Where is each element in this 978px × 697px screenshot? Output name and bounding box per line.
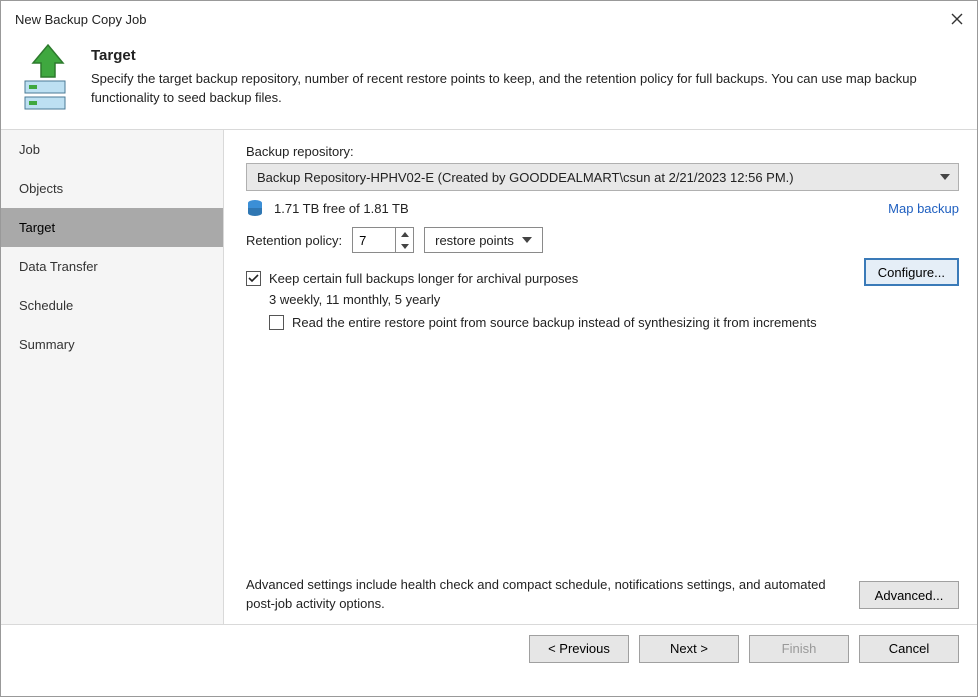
next-label: Next > [670, 641, 708, 656]
sidebar-item-target[interactable]: Target [1, 208, 223, 247]
repo-dropdown[interactable]: Backup Repository-HPHV02-E (Created by G… [246, 163, 959, 191]
sidebar-item-data-transfer[interactable]: Data Transfer [1, 247, 223, 286]
target-icon [19, 41, 77, 111]
sidebar-item-label: Target [19, 220, 55, 235]
sidebar-item-schedule[interactable]: Schedule [1, 286, 223, 325]
next-button[interactable]: Next > [639, 635, 739, 663]
titlebar: New Backup Copy Job [1, 1, 977, 33]
read-entire-checkbox[interactable] [269, 315, 284, 330]
keep-full-checkbox[interactable] [246, 271, 261, 286]
chevron-down-icon [940, 174, 950, 180]
retention-input[interactable] [353, 228, 395, 252]
sidebar-item-label: Summary [19, 337, 75, 352]
sidebar-item-label: Schedule [19, 298, 73, 313]
retention-row: Retention policy: restore points [246, 227, 959, 253]
spinner-down[interactable] [396, 240, 413, 252]
previous-button[interactable]: < Previous [529, 635, 629, 663]
finish-button: Finish [749, 635, 849, 663]
advanced-description: Advanced settings include health check a… [246, 576, 843, 614]
sidebar-item-label: Data Transfer [19, 259, 98, 274]
cancel-label: Cancel [889, 641, 929, 656]
close-icon[interactable] [949, 11, 965, 27]
read-entire-row: Read the entire restore point from sourc… [269, 315, 959, 330]
read-entire-label: Read the entire restore point from sourc… [292, 315, 817, 330]
keep-full-summary: 3 weekly, 11 monthly, 5 yearly [269, 292, 959, 307]
sidebar-item-objects[interactable]: Objects [1, 169, 223, 208]
dialog-body: Job Objects Target Data Transfer Schedul… [1, 129, 977, 624]
page-title: Target [91, 47, 959, 64]
retention-unit-value: restore points [435, 233, 514, 248]
keep-full-label: Keep certain full backups longer for arc… [269, 271, 578, 286]
retention-unit-dropdown[interactable]: restore points [424, 227, 543, 253]
chevron-down-icon [522, 237, 532, 243]
wizard-sidebar: Job Objects Target Data Transfer Schedul… [1, 130, 224, 624]
spinner-up[interactable] [396, 228, 413, 240]
free-space-text: 1.71 TB free of 1.81 TB [274, 201, 409, 216]
repo-value: Backup Repository-HPHV02-E (Created by G… [257, 170, 794, 185]
retention-label: Retention policy: [246, 233, 342, 248]
configure-label: Configure... [878, 265, 945, 280]
keep-full-row: Keep certain full backups longer for arc… [246, 271, 959, 286]
advanced-label: Advanced... [875, 588, 944, 603]
cancel-button[interactable]: Cancel [859, 635, 959, 663]
advanced-button[interactable]: Advanced... [859, 581, 959, 609]
sidebar-item-label: Job [19, 142, 40, 157]
previous-label: < Previous [548, 641, 610, 656]
configure-button[interactable]: Configure... [864, 258, 959, 286]
content-panel: Backup repository: Backup Repository-HPH… [224, 130, 977, 624]
advanced-area: Advanced settings include health check a… [246, 576, 959, 614]
sidebar-item-summary[interactable]: Summary [1, 325, 223, 364]
repo-label: Backup repository: [246, 144, 959, 159]
dialog-header: Target Specify the target backup reposit… [1, 33, 977, 129]
page-description: Specify the target backup repository, nu… [91, 70, 959, 108]
header-text: Target Specify the target backup reposit… [91, 41, 959, 111]
sidebar-item-job[interactable]: Job [1, 130, 223, 169]
finish-label: Finish [782, 641, 817, 656]
dialog-footer: < Previous Next > Finish Cancel [1, 624, 977, 672]
window-title: New Backup Copy Job [15, 12, 147, 27]
map-backup-link[interactable]: Map backup [888, 201, 959, 216]
sidebar-item-label: Objects [19, 181, 63, 196]
free-space-row: 1.71 TB free of 1.81 TB Map backup [246, 199, 959, 217]
retention-spinner[interactable] [352, 227, 414, 253]
database-icon [246, 199, 264, 217]
